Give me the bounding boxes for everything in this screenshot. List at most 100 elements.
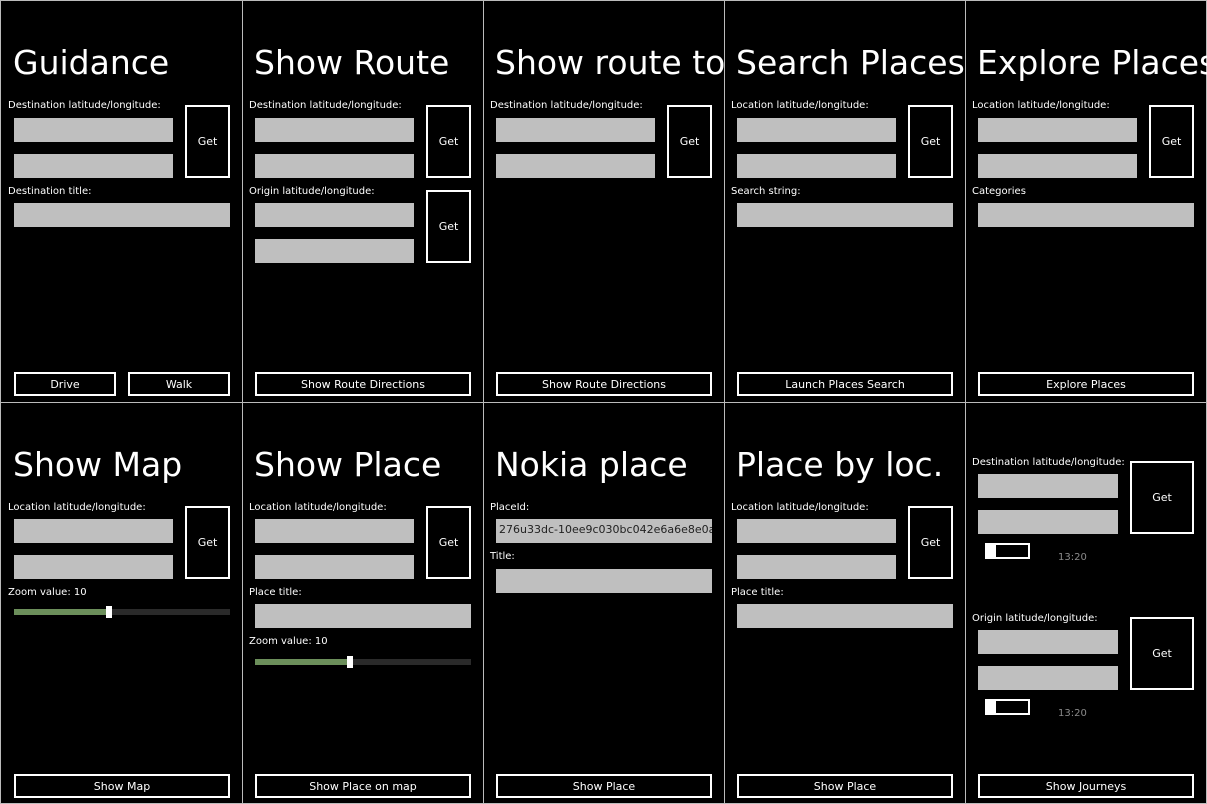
show-place-button[interactable]: Show Place — [737, 774, 953, 798]
get-location-button[interactable]: Get — [908, 105, 953, 178]
show-place-on-map-button[interactable]: Show Place on map — [255, 774, 471, 798]
location-latlon-label: Location latitude/longitude: — [731, 100, 869, 111]
page-title: Place by loc. — [736, 445, 944, 484]
show-route-directions-button[interactable]: Show Route Directions — [255, 372, 471, 396]
panel-show-route-to: Show route to Destination latitude/longi… — [483, 1, 724, 402]
panel-explore-places: Explore Places Location latitude/longitu… — [965, 1, 1207, 402]
categories-input[interactable] — [978, 203, 1194, 227]
location-latitude-input[interactable] — [737, 519, 896, 543]
location-latitude-input[interactable] — [978, 118, 1137, 142]
panel-show-route: Show Route Destination latitude/longitud… — [242, 1, 483, 402]
location-latitude-input[interactable] — [737, 118, 896, 142]
explore-places-button[interactable]: Explore Places — [978, 372, 1194, 396]
origin-latlon-label: Origin latitude/longitude: — [972, 613, 1098, 624]
get-destination-button[interactable]: Get — [667, 105, 712, 178]
walk-button[interactable]: Walk — [128, 372, 230, 396]
panel-search-places: Search Places Location latitude/longitud… — [724, 1, 965, 402]
get-location-button[interactable]: Get — [426, 506, 471, 579]
location-longitude-input[interactable] — [14, 555, 173, 579]
page-title: Guidance — [13, 43, 170, 82]
panel-journeys: Destination latitude/longitude: Get 13:2… — [965, 403, 1207, 804]
page-title: Nokia place — [495, 445, 688, 484]
destination-title-input[interactable] — [14, 203, 230, 227]
destination-longitude-input[interactable] — [496, 154, 655, 178]
get-location-button[interactable]: Get — [908, 506, 953, 579]
location-longitude-input[interactable] — [255, 555, 414, 579]
zoom-slider-thumb[interactable] — [347, 656, 353, 668]
drive-button[interactable]: Drive — [14, 372, 116, 396]
zoom-slider-thumb[interactable] — [106, 606, 112, 618]
origin-longitude-input[interactable] — [978, 666, 1118, 690]
page-title: Show route to — [495, 43, 724, 82]
get-destination-button[interactable]: Get — [426, 105, 471, 178]
destination-time[interactable]: 13:20 — [1058, 552, 1087, 563]
page-title: Show Map — [13, 445, 183, 484]
place-title-label: Place title: — [249, 587, 302, 598]
place-title-input[interactable] — [255, 604, 471, 628]
zoom-value-label: Zoom value: 10 — [249, 636, 328, 647]
location-longitude-input[interactable] — [737, 555, 896, 579]
place-title-input[interactable] — [737, 604, 953, 628]
get-location-button[interactable]: Get — [1149, 105, 1194, 178]
categories-label: Categories — [972, 186, 1026, 197]
destination-longitude-input[interactable] — [14, 154, 173, 178]
get-origin-button[interactable]: Get — [1130, 617, 1194, 690]
page-title: Show Place — [254, 445, 442, 484]
show-place-button[interactable]: Show Place — [496, 774, 712, 798]
zoom-slider-fill — [14, 609, 109, 615]
show-journeys-button[interactable]: Show Journeys — [978, 774, 1194, 798]
panels-grid: Guidance Destination latitude/longitude:… — [0, 0, 1207, 804]
destination-longitude-input[interactable] — [255, 154, 414, 178]
panel-place-by-location: Place by loc. Location latitude/longitud… — [724, 403, 965, 804]
destination-longitude-input[interactable] — [978, 510, 1118, 534]
origin-latlon-label: Origin latitude/longitude: — [249, 186, 375, 197]
destination-latlon-label: Destination latitude/longitude: — [972, 457, 1125, 468]
toggle-knob — [987, 543, 996, 559]
page-title: Explore Places — [977, 43, 1207, 82]
destination-latitude-input[interactable] — [978, 474, 1118, 498]
destination-latlon-label: Destination latitude/longitude: — [8, 100, 161, 111]
toggle-knob — [987, 699, 996, 715]
panel-show-place: Show Place Location latitude/longitude: … — [242, 403, 483, 804]
location-longitude-input[interactable] — [737, 154, 896, 178]
get-location-button[interactable]: Get — [185, 506, 230, 579]
title-input[interactable] — [496, 569, 712, 593]
get-destination-button[interactable]: Get — [185, 105, 230, 178]
panel-guidance: Guidance Destination latitude/longitude:… — [1, 1, 242, 402]
placeid-input[interactable]: 276u33dc-10ee9c030bc042e6a6e8e0a — [496, 519, 712, 543]
search-string-label: Search string: — [731, 186, 801, 197]
location-latlon-label: Location latitude/longitude: — [249, 502, 387, 513]
place-title-label: Place title: — [731, 587, 784, 598]
origin-latitude-input[interactable] — [978, 630, 1118, 654]
title-label: Title: — [490, 551, 515, 562]
show-route-directions-button[interactable]: Show Route Directions — [496, 372, 712, 396]
destination-latlon-label: Destination latitude/longitude: — [249, 100, 402, 111]
location-latlon-label: Location latitude/longitude: — [8, 502, 146, 513]
page-title: Search Places — [736, 43, 965, 82]
zoom-slider-fill — [255, 659, 350, 665]
destination-latitude-input[interactable] — [255, 118, 414, 142]
location-longitude-input[interactable] — [978, 154, 1137, 178]
placeid-label: PlaceId: — [490, 502, 530, 513]
show-map-button[interactable]: Show Map — [14, 774, 230, 798]
destination-latitude-input[interactable] — [496, 118, 655, 142]
search-string-input[interactable] — [737, 203, 953, 227]
location-latitude-input[interactable] — [14, 519, 173, 543]
location-latitude-input[interactable] — [255, 519, 414, 543]
destination-latlon-label: Destination latitude/longitude: — [490, 100, 643, 111]
zoom-slider[interactable] — [255, 656, 471, 668]
page-title: Show Route — [254, 43, 450, 82]
get-origin-button[interactable]: Get — [426, 190, 471, 263]
origin-longitude-input[interactable] — [255, 239, 414, 263]
zoom-slider[interactable] — [14, 606, 230, 618]
zoom-value-label: Zoom value: 10 — [8, 587, 87, 598]
origin-toggle[interactable] — [985, 699, 1030, 715]
panel-nokia-place: Nokia place PlaceId: 276u33dc-10ee9c030b… — [483, 403, 724, 804]
location-latlon-label: Location latitude/longitude: — [972, 100, 1110, 111]
origin-time[interactable]: 13:20 — [1058, 708, 1087, 719]
destination-latitude-input[interactable] — [14, 118, 173, 142]
destination-toggle[interactable] — [985, 543, 1030, 559]
launch-places-search-button[interactable]: Launch Places Search — [737, 372, 953, 396]
get-destination-button[interactable]: Get — [1130, 461, 1194, 534]
origin-latitude-input[interactable] — [255, 203, 414, 227]
